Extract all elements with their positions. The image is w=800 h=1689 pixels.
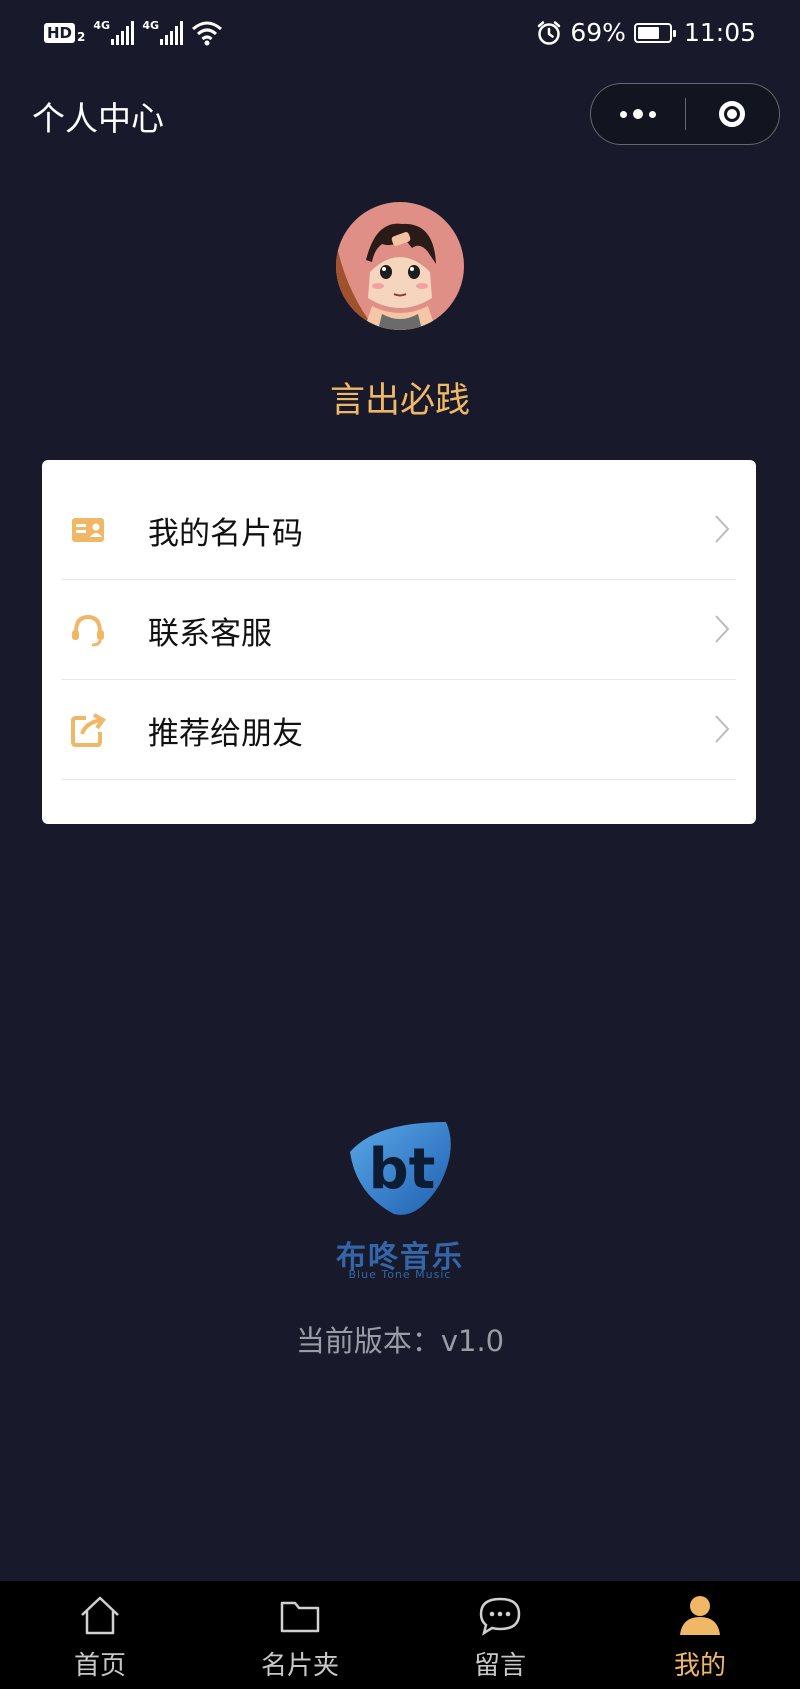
clock: 11:05 bbox=[683, 18, 756, 47]
hd-sub-label: 2 bbox=[77, 30, 86, 44]
status-right: 69% 11:05 bbox=[536, 18, 756, 47]
brand-logo-text: bt bbox=[369, 1137, 436, 1202]
menu-card: 我的名片码 联系客服 推荐给朋友 bbox=[42, 460, 756, 824]
chat-icon bbox=[479, 1597, 521, 1636]
tab-bar: 首页 名片夹 留言 我的 bbox=[0, 1581, 800, 1689]
network-label-2: 4G bbox=[142, 19, 160, 32]
chevron-right-icon bbox=[715, 615, 730, 643]
battery-icon bbox=[633, 22, 676, 43]
nav-bar: 个人中心 bbox=[0, 70, 800, 160]
menu-item-label: 联系客服 bbox=[148, 616, 272, 652]
brand-name-en: Blue Tone Music bbox=[348, 1268, 452, 1281]
wifi-icon bbox=[192, 21, 223, 46]
signal-icon: 4G bbox=[93, 19, 135, 45]
menu-item-label: 推荐给朋友 bbox=[148, 716, 303, 752]
tab-label: 我的 bbox=[673, 1651, 726, 1681]
id-card-icon bbox=[72, 518, 104, 542]
tab-label: 名片夹 bbox=[260, 1651, 339, 1681]
username: 言出必践 bbox=[329, 381, 470, 421]
tab-mine[interactable]: 我的 bbox=[600, 1581, 800, 1689]
status-left: HD 2 4G 4G bbox=[44, 19, 223, 46]
menu-item-customer-service[interactable]: 联系客服 bbox=[62, 580, 736, 680]
battery-percent: 69% bbox=[570, 18, 626, 47]
tab-label: 首页 bbox=[73, 1651, 126, 1681]
menu-item-label: 我的名片码 bbox=[148, 516, 303, 552]
brand-logo: bt bbox=[350, 1122, 451, 1215]
menu-item-recommend-friend[interactable]: 推荐给朋友 bbox=[62, 680, 736, 780]
chevron-right-icon bbox=[715, 715, 730, 743]
page-title: 个人中心 bbox=[32, 99, 164, 138]
tab-card-folder[interactable]: 名片夹 bbox=[200, 1581, 400, 1689]
user-icon bbox=[680, 1596, 720, 1635]
share-icon bbox=[71, 713, 106, 747]
menu-item-business-card-code[interactable]: 我的名片码 bbox=[62, 480, 736, 580]
hd-badge: HD bbox=[44, 23, 76, 43]
version-label: 当前版本：v1.0 bbox=[295, 1324, 505, 1358]
headset-icon bbox=[72, 614, 104, 647]
network-label-1: 4G bbox=[93, 19, 111, 32]
tab-home[interactable]: 首页 bbox=[0, 1581, 200, 1689]
target-close-icon[interactable] bbox=[685, 84, 779, 144]
avatar[interactable] bbox=[336, 202, 464, 330]
signal-icon-2: 4G bbox=[142, 19, 184, 45]
tab-messages[interactable]: 留言 bbox=[400, 1581, 600, 1689]
folder-icon bbox=[280, 1601, 320, 1633]
more-dots-icon[interactable] bbox=[591, 84, 685, 144]
home-icon bbox=[81, 1596, 119, 1635]
status-bar: HD 2 4G 4G 69% 11:05 bbox=[0, 0, 800, 70]
alarm-icon bbox=[538, 20, 561, 45]
tab-label: 留言 bbox=[473, 1651, 526, 1681]
chevron-right-icon bbox=[715, 515, 730, 543]
mini-program-capsule bbox=[590, 83, 780, 145]
